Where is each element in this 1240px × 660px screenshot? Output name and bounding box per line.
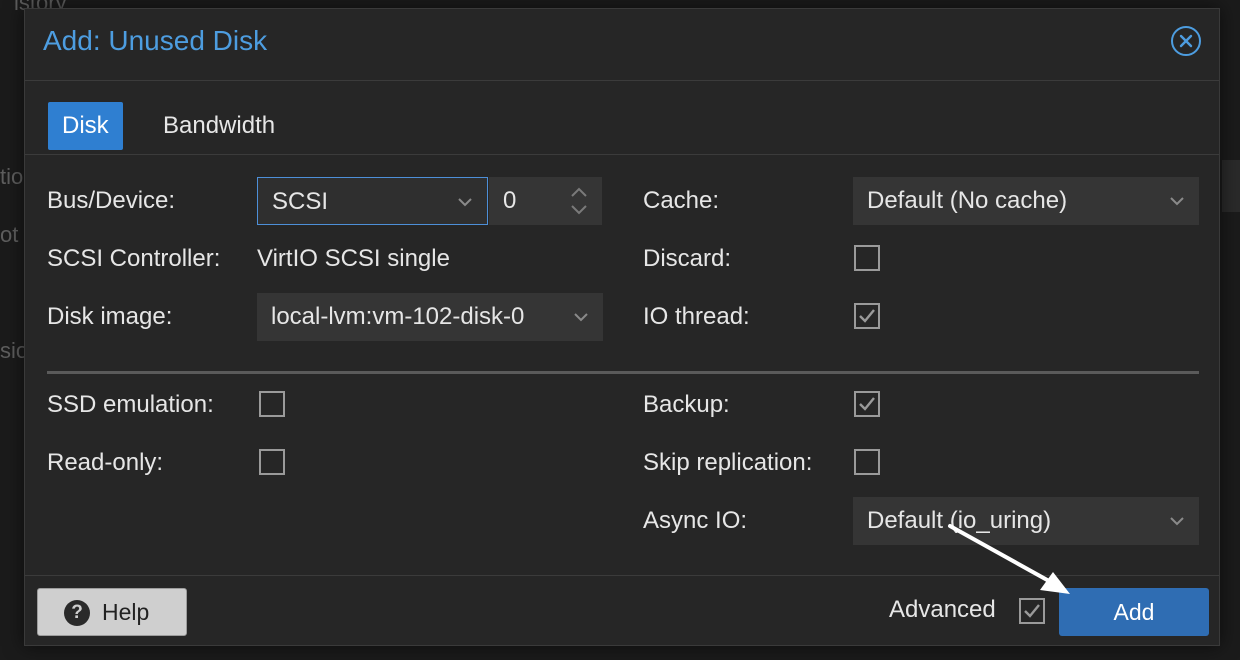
add-button[interactable]: Add <box>1059 588 1209 636</box>
cache-label: Cache: <box>643 187 720 214</box>
close-icon[interactable] <box>1171 26 1201 56</box>
help-button[interactable]: ? Help <box>37 588 187 636</box>
chevron-down-icon <box>574 313 588 322</box>
scsi-controller-label: SCSI Controller: <box>47 245 221 272</box>
add-disk-dialog: Add: Unused Disk Disk Bandwidth Bus/Devi… <box>24 8 1220 646</box>
dialog-footer: ? Help Advanced Add <box>25 575 1219 645</box>
checkmark-icon <box>859 397 875 411</box>
disk-panel: Bus/Device: SCSI 0 Cache: Default (No ca… <box>25 155 1219 575</box>
disk-image-label: Disk image: <box>47 303 173 330</box>
bus-select-value: SCSI <box>272 188 329 215</box>
cache-select[interactable]: Default (No cache) <box>853 177 1199 225</box>
tab-bandwidth[interactable]: Bandwidth <box>149 102 289 150</box>
spinner-arrows-icon[interactable] <box>568 183 590 219</box>
scsi-controller-value: VirtIO SCSI single <box>257 245 450 272</box>
async-io-select[interactable]: Default (io_uring) <box>853 497 1199 545</box>
advanced-checkbox[interactable] <box>1019 598 1045 624</box>
help-button-label: Help <box>102 599 150 625</box>
backup-label: Backup: <box>643 391 730 418</box>
chevron-down-icon <box>458 198 472 207</box>
chevron-down-icon <box>1170 197 1184 206</box>
device-number-spinner[interactable]: 0 <box>489 177 602 225</box>
advanced-label: Advanced <box>889 596 996 623</box>
skip-replication-label: Skip replication: <box>643 449 813 476</box>
tab-bar: Disk Bandwidth <box>25 81 1219 155</box>
dialog-title: Add: Unused Disk <box>43 25 268 56</box>
checkmark-icon <box>859 309 875 323</box>
bg-text-fragment: ot <box>0 222 19 247</box>
bg-text-fragment: tio <box>0 164 24 189</box>
read-only-checkbox[interactable] <box>259 449 285 475</box>
backup-checkbox[interactable] <box>854 391 880 417</box>
cache-select-value: Default (No cache) <box>867 187 1068 214</box>
chevron-down-icon <box>1170 517 1184 526</box>
bus-select[interactable]: SCSI <box>257 177 488 225</box>
ssd-emulation-label: SSD emulation: <box>47 391 214 418</box>
bus-device-label: Bus/Device: <box>47 187 176 214</box>
discard-checkbox[interactable] <box>854 245 880 271</box>
discard-label: Discard: <box>643 245 732 272</box>
async-io-label: Async IO: <box>643 507 748 534</box>
question-circle-icon: ? <box>64 600 90 626</box>
read-only-label: Read-only: <box>47 449 164 476</box>
async-io-select-value: Default (io_uring) <box>867 507 1052 534</box>
disk-image-select-value: local-lvm:vm-102-disk-0 <box>271 303 525 330</box>
bg-panel-edge <box>1222 160 1240 212</box>
dialog-title-bar: Add: Unused Disk <box>25 9 1219 81</box>
ssd-emulation-checkbox[interactable] <box>259 391 285 417</box>
disk-image-select[interactable]: local-lvm:vm-102-disk-0 <box>257 293 603 341</box>
checkmark-icon <box>1024 604 1040 618</box>
device-number-value: 0 <box>503 187 517 214</box>
section-divider <box>47 371 1199 374</box>
io-thread-label: IO thread: <box>643 303 750 330</box>
io-thread-checkbox[interactable] <box>854 303 880 329</box>
tab-disk[interactable]: Disk <box>48 102 123 150</box>
skip-replication-checkbox[interactable] <box>854 449 880 475</box>
